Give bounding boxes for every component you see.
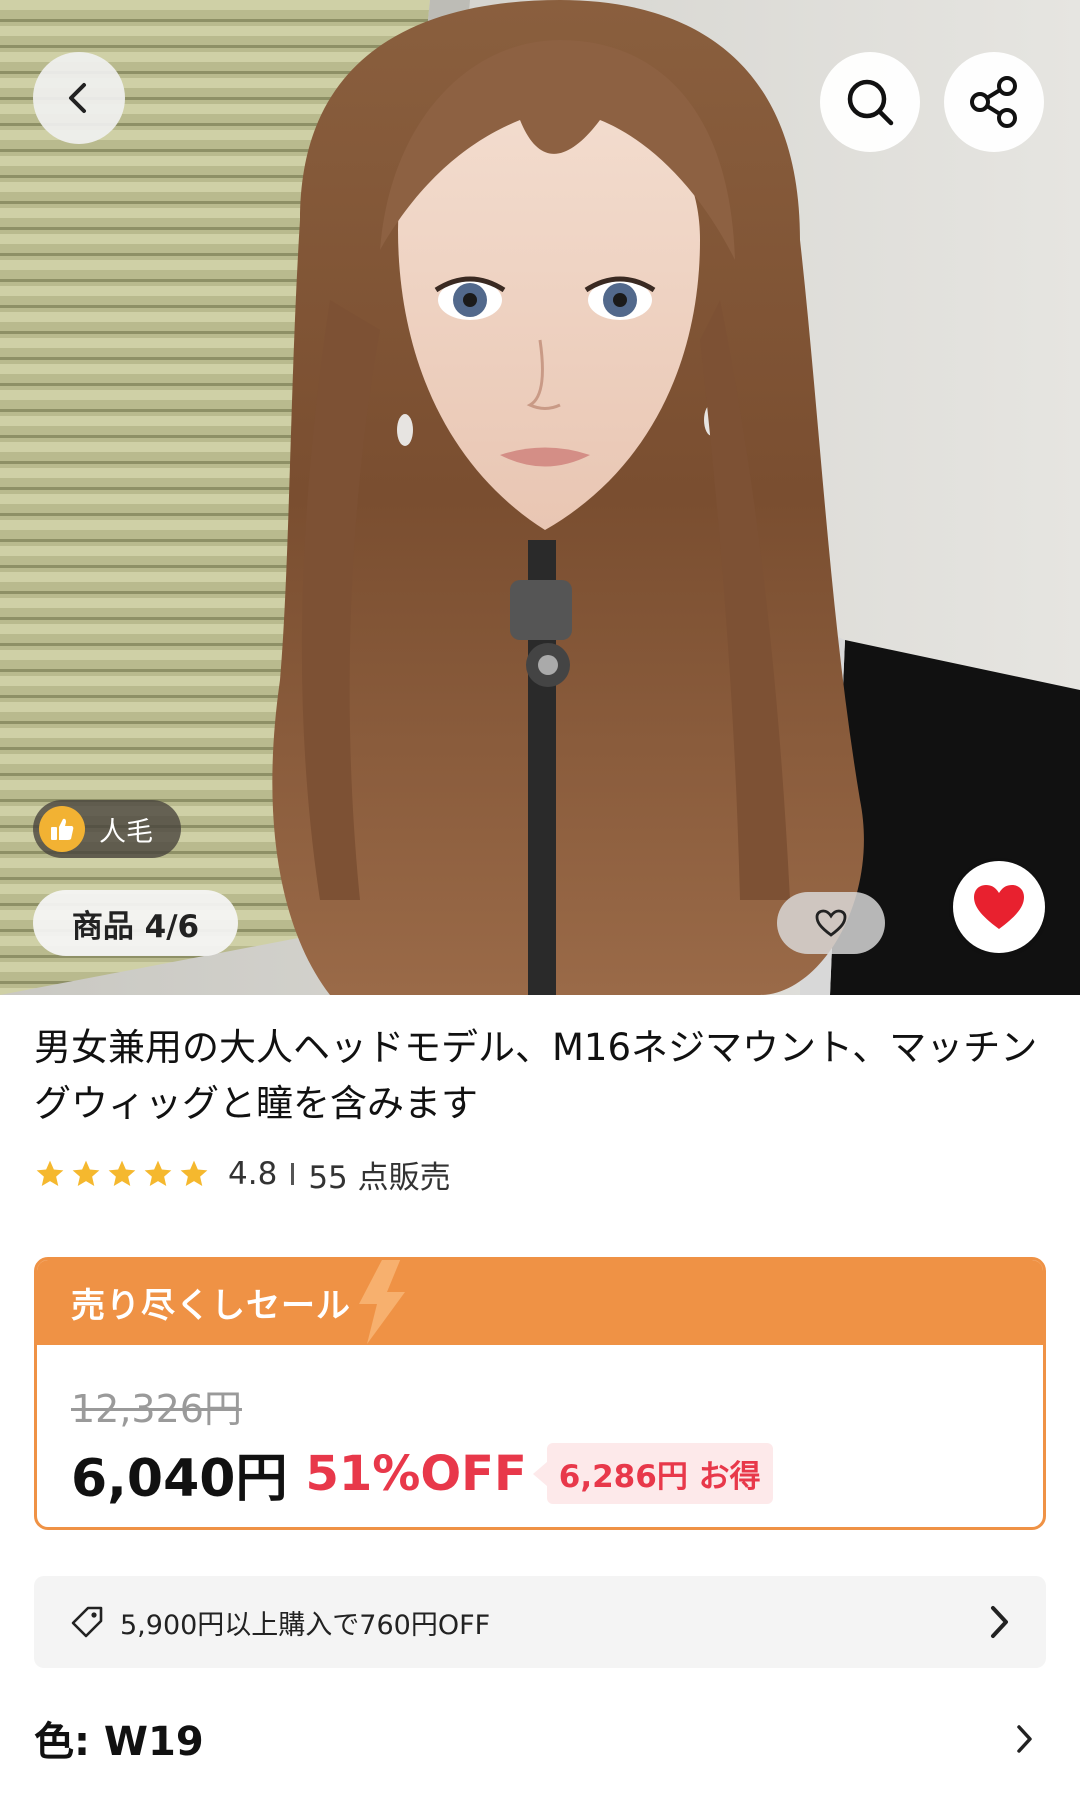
thumbs-up-icon — [39, 806, 85, 852]
savings-amount: 6,286円 お得 — [546, 1443, 773, 1504]
share-icon — [970, 76, 1017, 128]
star-icon — [72, 1160, 100, 1186]
share-button[interactable] — [944, 52, 1044, 152]
search-icon — [847, 79, 894, 126]
sale-price-box: 売り尽くしセール 12,326円 6,040円 51%OFF 6,286円 お得 — [34, 1257, 1046, 1530]
color-label: 色: W19 — [34, 1719, 204, 1765]
divider — [291, 1163, 295, 1185]
sale-label: 売り尽くしセール — [71, 1286, 351, 1326]
lightning-icon — [359, 1260, 405, 1344]
coupon-text: 5,900円以上購入で760円OFF — [120, 1609, 491, 1641]
chevron-right-icon — [1017, 1725, 1032, 1753]
rating-row[interactable]: 4.8 55 点販売 — [34, 1151, 451, 1197]
heart-filled-icon — [974, 885, 1024, 929]
popular-badge: 人毛 — [33, 800, 181, 858]
star-icon — [180, 1160, 208, 1186]
star-icon — [144, 1160, 172, 1186]
add-to-favorites-button[interactable] — [953, 861, 1045, 953]
back-button[interactable] — [33, 52, 125, 144]
popular-badge-label: 人毛 — [99, 816, 153, 848]
image-counter: 商品 4/6 — [33, 890, 238, 956]
wishlist-count-button[interactable] — [777, 892, 885, 954]
current-price: 6,040円 — [71, 1449, 288, 1509]
color-selector[interactable]: 色: W19 — [34, 1710, 1046, 1766]
discount-percent: 51%OFF — [305, 1445, 527, 1502]
price-row: 6,040円 51%OFF 6,286円 お得 — [71, 1436, 773, 1511]
original-price: 12,326円 — [71, 1387, 242, 1431]
coupon-banner[interactable]: 5,900円以上購入で760円OFF — [34, 1576, 1046, 1668]
savings-badge: 6,286円 お得 — [532, 1443, 773, 1504]
product-title: 男女兼用の大人ヘッドモデル、M16ネジマウント、マッチングウィッグと瞳を含みます — [34, 1026, 1038, 1125]
product-image-gallery[interactable]: 人毛 商品 4/6 — [0, 0, 1080, 995]
sold-count: 55 点販売 — [308, 1159, 451, 1196]
star-rating — [34, 1158, 210, 1190]
heart-outline-icon — [815, 909, 847, 937]
tag-icon — [71, 1606, 103, 1638]
sale-header: 売り尽くしセール — [37, 1260, 1043, 1345]
star-icon — [108, 1160, 136, 1186]
rating-value: 4.8 — [228, 1156, 278, 1192]
star-icon — [36, 1160, 64, 1186]
back-arrow-icon — [69, 83, 86, 113]
chevron-right-icon — [991, 1606, 1008, 1638]
search-button[interactable] — [820, 52, 920, 152]
